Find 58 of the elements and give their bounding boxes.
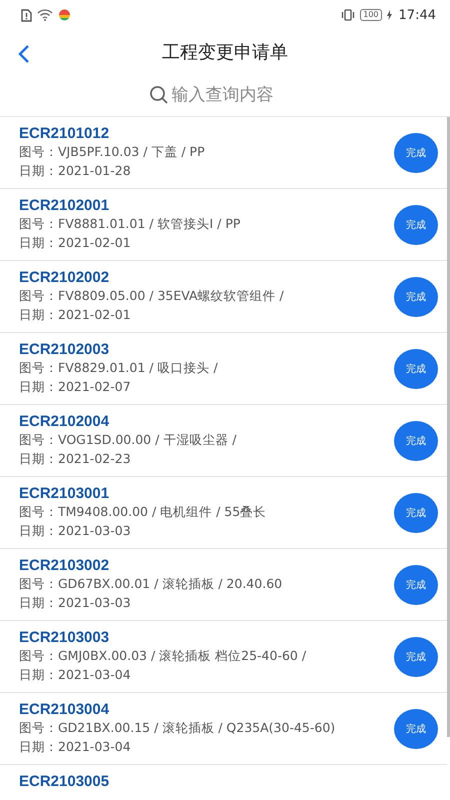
drawing-number: 图号：GD67BX.00.01 / 滚轮插板 / 20.40.60	[19, 576, 284, 593]
record-code: ECR2102001	[19, 197, 110, 214]
status-badge: 完成	[394, 636, 438, 676]
record-date: 日期：2021-03-04	[19, 739, 132, 756]
app-icon	[58, 8, 71, 22]
record-code: ECR2102004	[19, 413, 110, 430]
search-field[interactable]: 输入查询内容	[172, 85, 302, 105]
charging-icon	[386, 10, 392, 20]
record-row[interactable]: ECR2102002 图号：FV8809.05.00 / 35EVA螺纹软管组件 / 日期：2021-02-01 完成	[0, 261, 447, 333]
drawing-number: 图号：GMJ0BX.00.03 / 滚轮插板 档位25-40-60 /	[19, 648, 308, 665]
record-date: 日期：2021-02-01	[19, 235, 132, 252]
record-date: 日期：2021-03-03	[19, 595, 132, 612]
drawing-number: 图号：GD21BX.00.15 / 滚轮插板 / Q235A(30-45-60)	[19, 720, 336, 737]
drawing-number: 图号：VOG1SD.00.00 / 干湿吸尘器 /	[19, 432, 238, 449]
search-icon	[148, 85, 168, 105]
record-row[interactable]: ECR2103004 图号：GD21BX.00.15 / 滚轮插板 / Q235A(30-45-60) 日期：2021-03-04 完成	[0, 693, 447, 765]
status-badge: 完成	[394, 708, 438, 748]
drawing-number: 图号：TM9408.00.00 / 电机组件 / 55叠长	[19, 504, 268, 521]
page-title: 工程变更申请单	[162, 41, 288, 64]
record-row[interactable]: ECR2103003 图号：GMJ0BX.00.03 / 滚轮插板 档位25-40-60 / 日期：2021-03-04 完成	[0, 621, 447, 693]
scrollbar[interactable]	[447, 117, 450, 737]
record-date: 日期：2021-03-03	[19, 523, 132, 540]
record-date: 日期：2021-02-01	[19, 307, 132, 324]
record-code: ECR2102002	[19, 269, 110, 286]
status-badge: 完成	[394, 348, 438, 388]
record-row[interactable]: ECR2103001 图号：TM9408.00.00 / 电机组件 / 55叠长 日期：2021-03-03 完成	[0, 477, 447, 549]
status-badge: 完成	[394, 564, 438, 604]
wifi-icon	[37, 9, 53, 21]
record-row[interactable]: ECR2102001 图号：FV8881.01.01 / 软管接头I / PP 日期：2021-02-01 完成	[0, 189, 447, 261]
status-badge: 完成	[394, 204, 438, 244]
drawing-number: 图号：FV8881.01.01 / 软管接头I / PP	[19, 216, 242, 233]
status-badge: 完成	[394, 132, 438, 172]
vibrate-icon	[341, 9, 356, 21]
record-date: 日期：2021-02-07	[19, 379, 132, 396]
record-code: ECR2103002	[19, 557, 110, 574]
record-code: ECR2103005	[19, 773, 110, 790]
record-date: 日期：2021-03-04	[19, 667, 132, 684]
record-row[interactable]: ECR2102003 图号：FV8829.01.01 / 吸口接头 / 日期：2021-02-07 完成	[0, 333, 447, 405]
record-code: ECR2102003	[19, 341, 110, 358]
status-badge: 完成	[394, 276, 438, 316]
drawing-number: 图号：VJB5PF.10.03 / 下盖 / PP	[19, 144, 206, 161]
record-code: ECR2103001	[19, 485, 110, 502]
status-badge: 完成	[394, 492, 438, 532]
record-date: 日期：2021-02-23	[19, 451, 132, 468]
drawing-number: 图号：FV8829.01.01 / 吸口接头 /	[19, 360, 219, 377]
record-code: ECR2103004	[19, 701, 110, 718]
sim-alert-icon	[20, 8, 32, 22]
battery-level: 100	[360, 9, 382, 21]
record-row[interactable]: ECR2102004 图号：VOG1SD.00.00 / 干湿吸尘器 / 日期：2021-02-23 完成	[0, 405, 447, 477]
record-code: ECR2101012	[19, 125, 110, 142]
drawing-number: 图号：FV8809.05.00 / 35EVA螺纹软管组件 /	[19, 288, 285, 305]
record-row[interactable]: ECR2103002 图号：GD67BX.00.01 / 滚轮插板 / 20.40.60 日期：2021-03-03 完成	[0, 549, 447, 621]
clock-time: 17:44	[398, 8, 436, 22]
record-code: ECR2103003	[19, 629, 110, 646]
record-date: 日期：2021-01-28	[19, 163, 132, 180]
record-row[interactable]: ECR2103005	[0, 765, 447, 800]
record-row[interactable]: ECR2101012 图号：VJB5PF.10.03 / 下盖 / PP 日期：2021-01-28 完成	[0, 117, 447, 189]
status-badge: 完成	[394, 420, 438, 460]
